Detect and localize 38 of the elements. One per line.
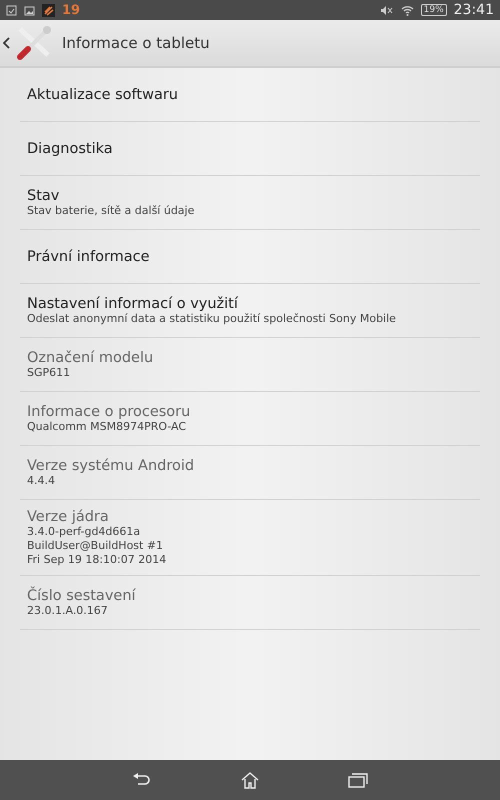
- clock: 23:41: [454, 2, 494, 18]
- item-summary: 4.4.4: [27, 474, 56, 488]
- battery-indicator: 19%: [420, 4, 447, 16]
- item-title: Označení modelu: [27, 350, 154, 366]
- tools-icon: [14, 23, 54, 63]
- checklist-icon: [6, 4, 17, 16]
- app-icon: [42, 4, 55, 16]
- settings-item[interactable]: Aktualizace softwaru: [20, 68, 480, 122]
- wifi-icon: [400, 4, 414, 16]
- item-title: Diagnostika: [27, 140, 114, 156]
- image-icon: [24, 4, 35, 16]
- item-summary: Stav baterie, sítě a další údaje: [27, 204, 196, 218]
- item-title: Právní informace: [27, 248, 151, 264]
- item-summary: SGP611: [27, 366, 72, 380]
- item-title: Verze jádra: [27, 509, 110, 525]
- item-title: Stav: [27, 188, 60, 204]
- settings-item[interactable]: Nastavení informací o využití Odeslat anonymní data a statistiku použití společnosti Sony Mobile: [20, 284, 480, 338]
- back-icon: [132, 772, 152, 788]
- item-title: Aktualizace softwaru: [27, 86, 179, 102]
- settings-item[interactable]: Diagnostika: [20, 122, 480, 176]
- item-title: Nastavení informací o využití: [27, 296, 239, 312]
- item-summary: Fri Sep 19 18:10:07 2014: [27, 553, 168, 567]
- back-icon[interactable]: [3, 37, 10, 49]
- screen-title: Informace o tabletu: [62, 34, 210, 52]
- item-summary: Odeslat anonymní data a statistiku použití společnosti Sony Mobile: [27, 312, 397, 326]
- item-title: Číslo sestavení: [27, 588, 137, 604]
- notification-count: 19: [62, 2, 80, 18]
- item-summary: BuildUser@BuildHost #1: [27, 539, 164, 553]
- settings-item[interactable]: Právní informace: [20, 230, 480, 284]
- mute-icon: [380, 4, 394, 16]
- item-summary: Qualcomm MSM8974PRO-AC: [27, 420, 188, 434]
- recent-apps-icon: [348, 772, 368, 788]
- item-summary: 23.0.1.A.0.167: [27, 604, 109, 618]
- home-icon: [240, 771, 260, 789]
- item-title: Informace o procesoru: [27, 404, 192, 420]
- settings-item[interactable]: Stav Stav baterie, sítě a další údaje: [20, 176, 480, 230]
- item-summary: 3.4.0-perf-gd4d661a: [27, 525, 142, 539]
- item-title: Verze systému Android: [27, 458, 196, 474]
